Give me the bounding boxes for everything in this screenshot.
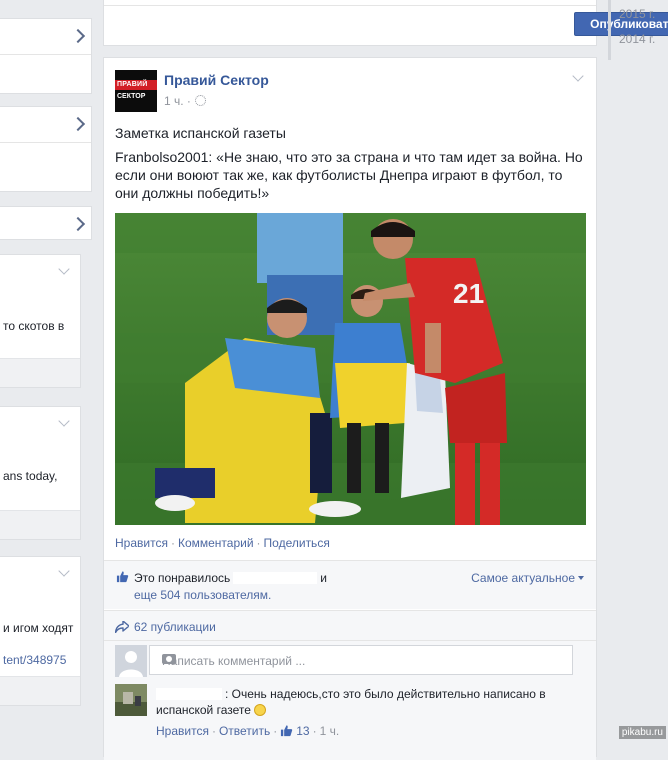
comment-composer: Написать комментарий ... bbox=[104, 640, 596, 681]
likes-summary: Это понравилось и еще 504 пользователям. … bbox=[104, 560, 596, 609]
share-arrow-icon bbox=[115, 621, 129, 633]
chevron-down-icon[interactable] bbox=[58, 415, 70, 427]
watermark: pikabu.ru bbox=[618, 726, 666, 739]
timeline-year-2015[interactable]: 2015 г. bbox=[619, 7, 655, 21]
comment-time[interactable]: 1 ч. bbox=[320, 724, 340, 738]
post-photo[interactable]: 21 bbox=[115, 213, 586, 525]
timeline-year-2014[interactable]: 2014 г. bbox=[619, 32, 655, 46]
shares-summary: 62 публикации bbox=[104, 610, 596, 641]
page-name[interactable]: Правий Сектор bbox=[164, 72, 269, 88]
chevron-down-icon[interactable] bbox=[58, 565, 70, 577]
left-story-2: ans today, bbox=[0, 406, 81, 540]
globe-icon bbox=[194, 95, 206, 106]
post-title: Заметка испанской газеты bbox=[115, 125, 286, 141]
others-link[interactable]: еще 504 пользователям. bbox=[134, 588, 271, 602]
composer: Опубликовать bbox=[103, 0, 668, 46]
chevron-down-icon[interactable] bbox=[572, 70, 584, 82]
comment-text-line1: : Очень надеюсь,сто это было действитель… bbox=[225, 687, 546, 701]
page-avatar[interactable]: ПРАВИЙ СЕКТОР bbox=[115, 70, 157, 112]
chevron-right-icon[interactable] bbox=[70, 116, 86, 132]
smiley-emoji-icon bbox=[253, 704, 266, 716]
comment-like-count[interactable]: 13 bbox=[296, 724, 309, 738]
thumbs-up-icon bbox=[116, 571, 129, 583]
jersey-number-graphic: 21 bbox=[453, 278, 484, 309]
left-story-1: то скотов в bbox=[0, 254, 81, 388]
commenter-avatar[interactable] bbox=[115, 684, 147, 716]
left-card-2 bbox=[0, 106, 92, 192]
comment-text-line2: испанской газете bbox=[156, 703, 251, 717]
like-link[interactable]: Нравится bbox=[115, 536, 168, 550]
dropdown-caret-icon bbox=[578, 576, 584, 580]
left-story-3: и игом ходят tent/348975 bbox=[0, 556, 81, 706]
story-snippet: ans today, bbox=[3, 469, 58, 483]
comment-like-link[interactable]: Нравится bbox=[156, 724, 209, 738]
likes-prefix: Это понравилось bbox=[134, 571, 231, 585]
thumbs-up-icon bbox=[281, 725, 293, 737]
story-link[interactable]: tent/348975 bbox=[3, 653, 66, 667]
post-actions: Нравится · Комментарий · Поделиться bbox=[115, 536, 330, 550]
left-card-1 bbox=[0, 18, 92, 94]
left-card-3 bbox=[0, 206, 92, 240]
comment: : Очень надеюсь,сто это было действитель… bbox=[104, 680, 596, 760]
comment-link[interactable]: Комментарий bbox=[178, 536, 254, 550]
share-link[interactable]: Поделиться bbox=[264, 536, 330, 550]
comment-reply-link[interactable]: Ответить bbox=[219, 724, 270, 738]
chevron-right-icon[interactable] bbox=[70, 28, 86, 44]
post-timestamp[interactable]: 1 ч. · bbox=[164, 94, 206, 108]
post-body: Franbolso2001: «Не знаю, что это за стра… bbox=[115, 149, 583, 201]
chevron-right-icon[interactable] bbox=[70, 216, 86, 232]
likes-and: и bbox=[320, 571, 327, 585]
shares-link[interactable]: 62 публикации bbox=[134, 620, 216, 634]
camera-icon[interactable] bbox=[162, 654, 176, 664]
redacted-name[interactable] bbox=[233, 572, 318, 584]
post-card: ПРАВИЙ СЕКТОР Правий Сектор 1 ч. · Замет… bbox=[103, 57, 597, 760]
user-avatar[interactable] bbox=[115, 645, 147, 677]
football-photo-illustration: 21 bbox=[115, 213, 586, 525]
timeline-bar bbox=[608, 0, 611, 60]
comment-input[interactable]: Написать комментарий ... bbox=[149, 645, 573, 675]
story-snippet: и игом ходят bbox=[3, 621, 74, 635]
sort-dropdown[interactable]: Самое актуальное bbox=[471, 571, 584, 585]
redacted-commenter-name[interactable] bbox=[156, 688, 222, 700]
chevron-down-icon[interactable] bbox=[58, 263, 70, 275]
story-snippet: то скотов в bbox=[3, 319, 65, 333]
